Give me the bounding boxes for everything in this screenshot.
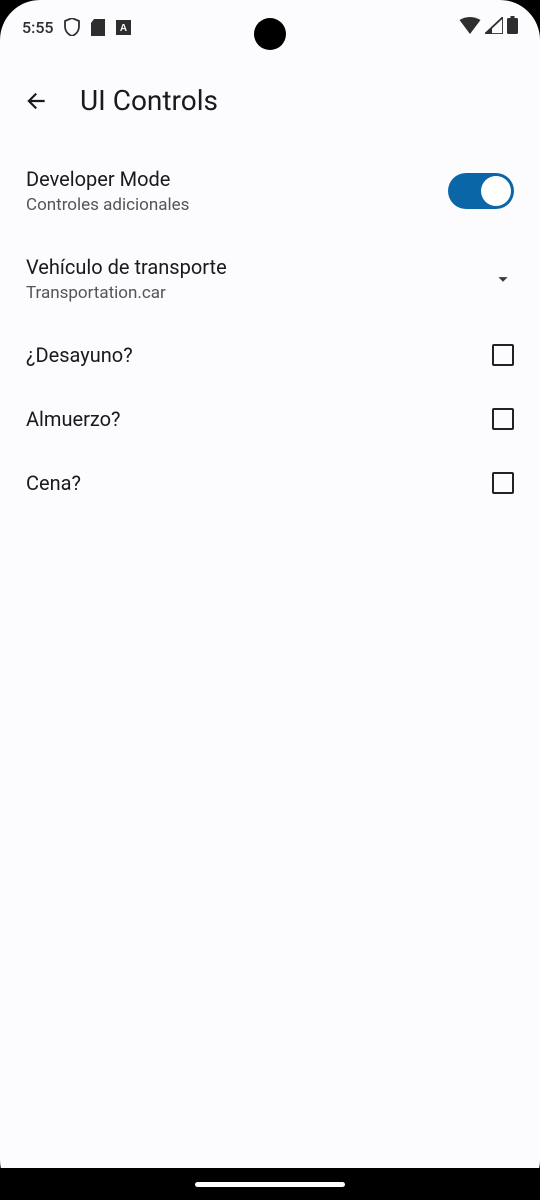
transport-title: Vehículo de transporte xyxy=(26,255,492,279)
battery-icon xyxy=(507,16,518,38)
text-box-icon: A xyxy=(116,19,132,35)
arrow-left-icon xyxy=(23,88,49,114)
transport-value: Transportation.car xyxy=(26,283,492,303)
sd-card-icon xyxy=(90,19,106,35)
app-bar: UI Controls xyxy=(0,54,540,137)
navigation-bar xyxy=(0,1168,540,1200)
dinner-label: Cena? xyxy=(26,471,81,495)
back-button[interactable] xyxy=(22,87,50,115)
home-handle[interactable] xyxy=(195,1182,345,1187)
page-title: UI Controls xyxy=(80,84,218,117)
status-bar: 5:55 A xyxy=(0,0,540,54)
status-time: 5:55 xyxy=(22,18,54,37)
settings-list: Developer Mode Controles adicionales Veh… xyxy=(0,137,540,525)
row-dinner[interactable]: Cena? xyxy=(0,451,540,515)
developer-mode-subtitle: Controles adicionales xyxy=(26,195,448,215)
developer-mode-title: Developer Mode xyxy=(26,167,448,191)
shield-icon xyxy=(64,19,80,35)
signal-icon xyxy=(485,17,503,38)
svg-text:A: A xyxy=(120,23,127,34)
row-developer-mode[interactable]: Developer Mode Controles adicionales xyxy=(0,147,540,235)
camera-notch xyxy=(254,18,286,50)
breakfast-label: ¿Desayuno? xyxy=(26,343,133,367)
developer-mode-switch[interactable] xyxy=(448,173,514,209)
lunch-checkbox[interactable] xyxy=(492,408,514,430)
row-breakfast[interactable]: ¿Desayuno? xyxy=(0,323,540,387)
dinner-checkbox[interactable] xyxy=(492,472,514,494)
switch-thumb xyxy=(481,176,511,206)
row-lunch[interactable]: Almuerzo? xyxy=(0,387,540,451)
lunch-label: Almuerzo? xyxy=(26,407,120,431)
chevron-down-icon xyxy=(492,268,514,290)
row-transport[interactable]: Vehículo de transporte Transportation.ca… xyxy=(0,235,540,323)
wifi-icon xyxy=(459,17,481,38)
breakfast-checkbox[interactable] xyxy=(492,344,514,366)
